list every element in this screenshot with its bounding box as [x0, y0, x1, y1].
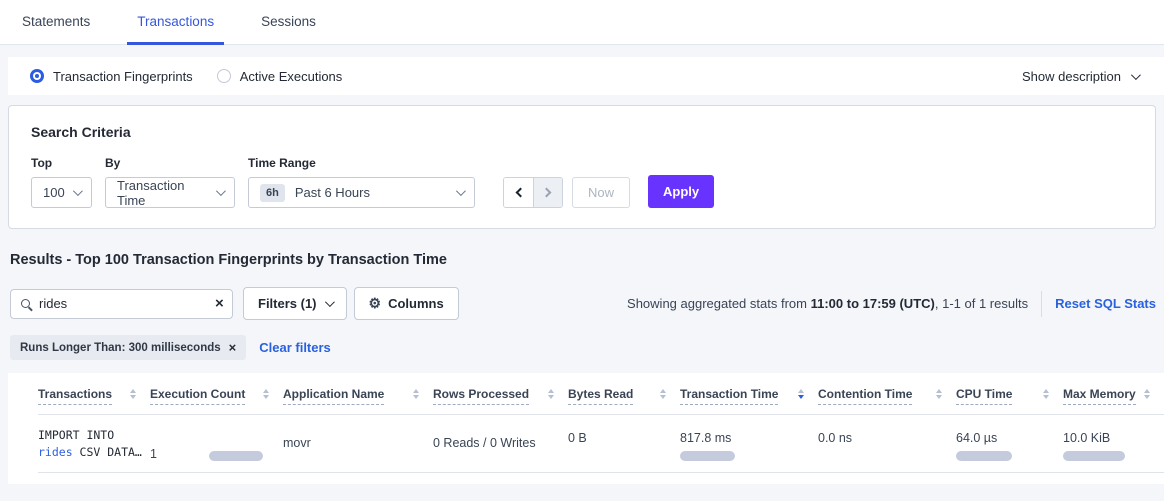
chevron-right-icon — [542, 188, 552, 198]
radio-active-executions[interactable]: Active Executions — [217, 69, 343, 84]
previous-time-window-button[interactable] — [504, 178, 533, 207]
sort-icon[interactable] — [548, 389, 554, 399]
columns-button-label: Columns — [388, 296, 444, 311]
max-memory-cell: 10.0 KiB — [1063, 415, 1164, 472]
clear-filters-link[interactable]: Clear filters — [259, 340, 331, 355]
column-header-transactions[interactable]: Transactions — [38, 387, 150, 405]
sort-icon[interactable] — [936, 389, 942, 399]
transaction-time-cell: 817.8 ms — [680, 415, 818, 472]
next-time-window-button[interactable] — [533, 178, 562, 207]
column-header-max-memory[interactable]: Max Memory — [1063, 387, 1164, 405]
show-description-label: Show description — [1022, 69, 1121, 84]
contention-time-cell: 0.0 ns — [818, 415, 956, 472]
radio-unselected-icon — [217, 69, 231, 83]
by-select[interactable]: Transaction Time — [105, 177, 235, 208]
search-criteria-card: Search Criteria Top 100 By Transaction T… — [8, 105, 1156, 229]
stats-time-range: 11:00 to 17:59 (UTC) — [811, 296, 935, 311]
column-header-contention-time[interactable]: Contention Time — [818, 387, 956, 405]
sort-icon-active-desc[interactable] — [798, 389, 804, 399]
time-range-select[interactable]: 6h Past 6 Hours — [248, 177, 475, 208]
sort-icon[interactable] — [1043, 389, 1049, 399]
transaction-statement-link[interactable]: IMPORT INTO rides CSV DATA… — [38, 415, 150, 472]
now-button[interactable]: Now — [572, 177, 630, 208]
table-row: IMPORT INTO rides CSV DATA… 1 movr 0 Rea… — [38, 415, 1164, 473]
by-select-value: Transaction Time — [117, 178, 216, 208]
filters-button-label: Filters (1) — [258, 296, 317, 311]
chevron-down-icon — [324, 297, 334, 307]
top-select[interactable]: 100 — [31, 177, 92, 208]
sort-icon[interactable] — [130, 389, 136, 399]
chevron-down-icon — [456, 186, 466, 196]
max-memory-bar — [1063, 451, 1125, 461]
tab-statements[interactable]: Statements — [12, 0, 100, 45]
column-header-application-name[interactable]: Application Name — [283, 387, 433, 405]
sort-icon[interactable] — [263, 389, 269, 399]
bytes-read-cell: 0 B — [568, 415, 680, 472]
reset-sql-stats-link[interactable]: Reset SQL Stats — [1055, 296, 1156, 311]
radio-transaction-fingerprints[interactable]: Transaction Fingerprints — [30, 69, 193, 84]
clear-search-icon[interactable] — [215, 296, 224, 311]
radio-label: Transaction Fingerprints — [53, 69, 193, 84]
filters-button[interactable]: Filters (1) — [243, 287, 347, 320]
page-background-strip — [0, 484, 1164, 495]
by-label: By — [105, 156, 235, 170]
top-label: Top — [31, 156, 92, 170]
execution-count-cell: 1 — [150, 415, 283, 472]
apply-button[interactable]: Apply — [648, 175, 714, 208]
column-header-cpu-time[interactable]: CPU Time — [956, 387, 1063, 405]
radio-label: Active Executions — [240, 69, 343, 84]
vertical-divider — [1041, 291, 1042, 317]
results-table: Transactions Execution Count Application… — [8, 373, 1164, 484]
cpu-time-cell: 64.0 µs — [956, 415, 1063, 472]
chevron-down-icon — [73, 186, 83, 196]
tab-transactions[interactable]: Transactions — [127, 0, 224, 45]
sort-icon[interactable] — [1144, 389, 1150, 399]
table-header-row: Transactions Execution Count Application… — [38, 373, 1164, 415]
top-field: Top 100 — [31, 156, 92, 208]
remove-filter-icon[interactable] — [229, 341, 237, 354]
search-box — [10, 289, 233, 319]
top-select-value: 100 — [43, 185, 65, 200]
column-header-rows-processed[interactable]: Rows Processed — [433, 387, 568, 405]
chevron-down-icon — [216, 186, 226, 196]
time-range-badge: 6h — [260, 184, 285, 202]
tab-sessions[interactable]: Sessions — [251, 0, 326, 45]
sort-icon[interactable] — [660, 389, 666, 399]
search-criteria-title: Search Criteria — [31, 124, 1133, 140]
aggregated-stats-text: Showing aggregated stats from 11:00 to 1… — [627, 296, 1028, 311]
search-input[interactable] — [39, 296, 215, 311]
cpu-time-bar — [956, 451, 1012, 461]
filter-chip-runs-longer-than: Runs Longer Than: 300 milliseconds — [10, 335, 246, 360]
top-tab-bar: Statements Transactions Sessions — [0, 0, 1164, 45]
time-window-arrows — [503, 177, 563, 208]
column-header-bytes-read[interactable]: Bytes Read — [568, 387, 680, 405]
transaction-time-bar — [680, 451, 735, 461]
radio-selected-icon — [30, 69, 44, 83]
search-icon — [21, 299, 30, 308]
application-name-cell: movr — [283, 415, 433, 472]
rows-processed-cell: 0 Reads / 0 Writes — [433, 415, 568, 472]
results-heading: Results - Top 100 Transaction Fingerprin… — [10, 252, 1156, 268]
time-range-label: Time Range — [248, 156, 475, 170]
filter-chip-label: Runs Longer Than: 300 milliseconds — [20, 342, 221, 354]
gear-icon — [369, 295, 382, 312]
time-range-value: Past 6 Hours — [295, 185, 370, 200]
execution-count-bar — [209, 451, 263, 461]
columns-button[interactable]: Columns — [354, 287, 459, 320]
statement-table-name: rides — [38, 445, 73, 459]
show-description-toggle[interactable]: Show description — [1022, 69, 1138, 84]
column-header-execution-count[interactable]: Execution Count — [150, 387, 283, 405]
sort-icon[interactable] — [413, 389, 419, 399]
by-field: By Transaction Time — [105, 156, 235, 208]
column-header-transaction-time[interactable]: Transaction Time — [680, 387, 818, 405]
view-toggle-band: Transaction Fingerprints Active Executio… — [8, 57, 1164, 95]
chevron-left-icon — [515, 188, 525, 198]
chevron-down-icon — [1131, 70, 1141, 80]
time-range-field: Time Range 6h Past 6 Hours — [248, 156, 475, 208]
